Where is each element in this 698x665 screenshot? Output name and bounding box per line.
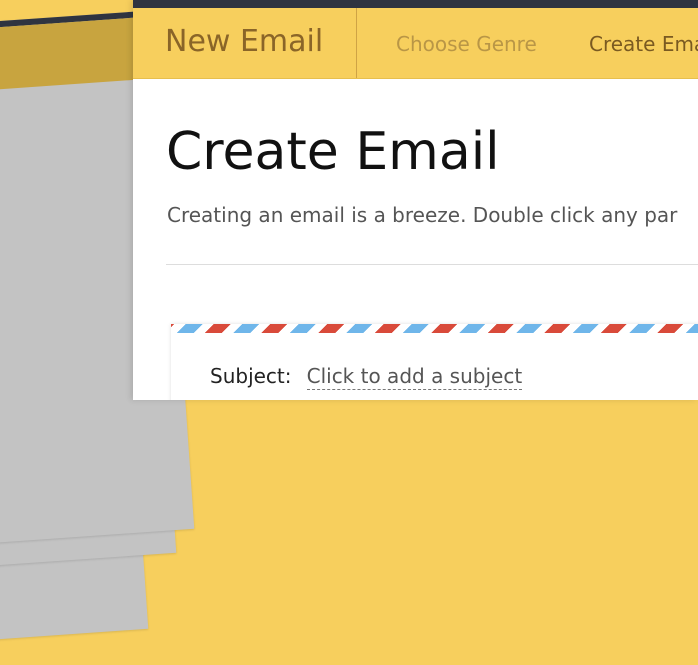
top-nav: New Email Choose Genre Create Ema — [133, 8, 698, 79]
email-envelope: Subject: Click to add a subject — [171, 324, 698, 400]
subject-input[interactable]: Click to add a subject — [306, 364, 523, 390]
brand-title[interactable]: New Email — [165, 24, 323, 60]
app-window: New Email Choose Genre Create Ema Create… — [133, 0, 698, 400]
subject-row: Subject: Click to add a subject — [210, 364, 523, 390]
page-subtitle: Creating an email is a breeze. Double cl… — [167, 203, 678, 227]
nav-link-choose-genre[interactable]: Choose Genre — [396, 32, 537, 56]
nav-link-create-email[interactable]: Create Ema — [589, 32, 698, 56]
window-top-bar — [133, 0, 698, 8]
nav-divider — [356, 8, 357, 78]
subject-label: Subject: — [210, 364, 292, 388]
airmail-stripe — [171, 324, 698, 333]
page-title: Create Email — [166, 122, 500, 182]
section-divider — [166, 264, 698, 265]
